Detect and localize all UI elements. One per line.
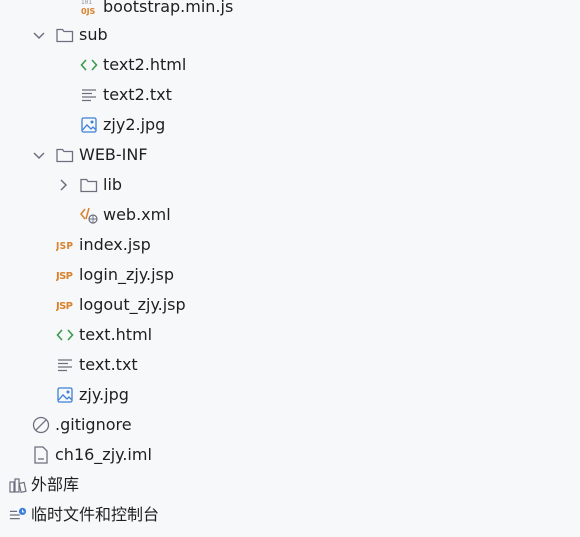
html-file-icon (56, 326, 74, 344)
folder-icon (56, 26, 74, 44)
svg-text:JSP: JSP (56, 301, 73, 312)
tree-item-label: bootstrap.min.js (103, 0, 234, 16)
chevron-right-icon[interactable] (56, 178, 70, 192)
tree-item-text2-txt[interactable]: text2.txt (0, 80, 580, 110)
tree-item-text-html[interactable]: text.html (0, 320, 580, 350)
tree-item-label: lib (103, 175, 123, 194)
jsp-file-icon: JSP (56, 266, 74, 284)
tree-item-label: index.jsp (79, 235, 151, 254)
tree-item-label: 外部库 (31, 475, 80, 494)
tree-item-label: zjy.jpg (79, 385, 129, 404)
tree-item-text2-html[interactable]: text2.html (0, 50, 580, 80)
jsp-file-icon: JSP (56, 296, 74, 314)
image-file-icon (56, 386, 74, 404)
text-file-icon (80, 86, 98, 104)
image-file-icon (80, 116, 98, 134)
tree-item-scratches-and-consoles[interactable]: 临时文件和控制台 (0, 500, 580, 530)
chevron-down-icon[interactable] (32, 28, 46, 42)
module-file-icon (32, 446, 50, 464)
tree-item-web-inf[interactable]: WEB-INF (0, 140, 580, 170)
tree-item-label: .gitignore (55, 415, 132, 434)
tree-item-web-xml[interactable]: web.xml (0, 200, 580, 230)
library-icon (9, 476, 27, 494)
tree-item-ch16-zjy-iml[interactable]: ch16_zjy.iml (0, 440, 580, 470)
tree-item-label: text.txt (79, 355, 138, 374)
html-file-icon (80, 56, 98, 74)
tree-item-external-libraries[interactable]: 外部库 (0, 470, 580, 500)
folder-icon (56, 146, 74, 164)
tree-item-label: logout_zjy.jsp (79, 295, 186, 314)
tree-item-label: 临时文件和控制台 (31, 505, 160, 524)
tree-item-label: sub (79, 25, 108, 44)
jsp-file-icon: JSP (56, 236, 74, 254)
tree-item-logout-zjy-jsp[interactable]: JSP logout_zjy.jsp (0, 290, 580, 320)
tree-item-label: WEB-INF (79, 145, 148, 164)
tree-item-bootstrap-min-js[interactable]: 101 0JS bootstrap.min.js (0, 0, 580, 22)
tree-item-login-zjy-jsp[interactable]: JSP login_zjy.jsp (0, 260, 580, 290)
chevron-down-icon[interactable] (32, 148, 46, 162)
svg-text:0JS: 0JS (81, 7, 96, 16)
xml-file-icon (80, 206, 98, 224)
tree-item-label: login_zjy.jsp (79, 265, 175, 284)
tree-item-index-jsp[interactable]: JSP index.jsp (0, 230, 580, 260)
tree-item-lib[interactable]: lib (0, 170, 580, 200)
tree-item-label: zjy2.jpg (103, 115, 166, 134)
tree-item-label: text2.txt (103, 85, 172, 104)
tree-item-gitignore[interactable]: .gitignore (0, 410, 580, 440)
tree-item-label: ch16_zjy.iml (55, 445, 152, 464)
tree-item-text-txt[interactable]: text.txt (0, 350, 580, 380)
tree-item-label: text.html (79, 325, 153, 344)
svg-text:JSP: JSP (56, 271, 73, 282)
tree-item-label: web.xml (103, 205, 171, 224)
js-file-icon: 101 0JS (80, 0, 98, 16)
svg-text:JSP: JSP (56, 241, 73, 252)
folder-icon (80, 176, 98, 194)
svg-text:101: 101 (81, 0, 92, 6)
text-file-icon (56, 356, 74, 374)
tree-item-sub[interactable]: sub (0, 20, 580, 50)
tree-item-label: text2.html (103, 55, 187, 74)
scratches-icon (9, 506, 27, 524)
tree-item-zjy2-jpg[interactable]: zjy2.jpg (0, 110, 580, 140)
tree-item-zjy-jpg[interactable]: zjy.jpg (0, 380, 580, 410)
ignore-file-icon (32, 416, 50, 434)
